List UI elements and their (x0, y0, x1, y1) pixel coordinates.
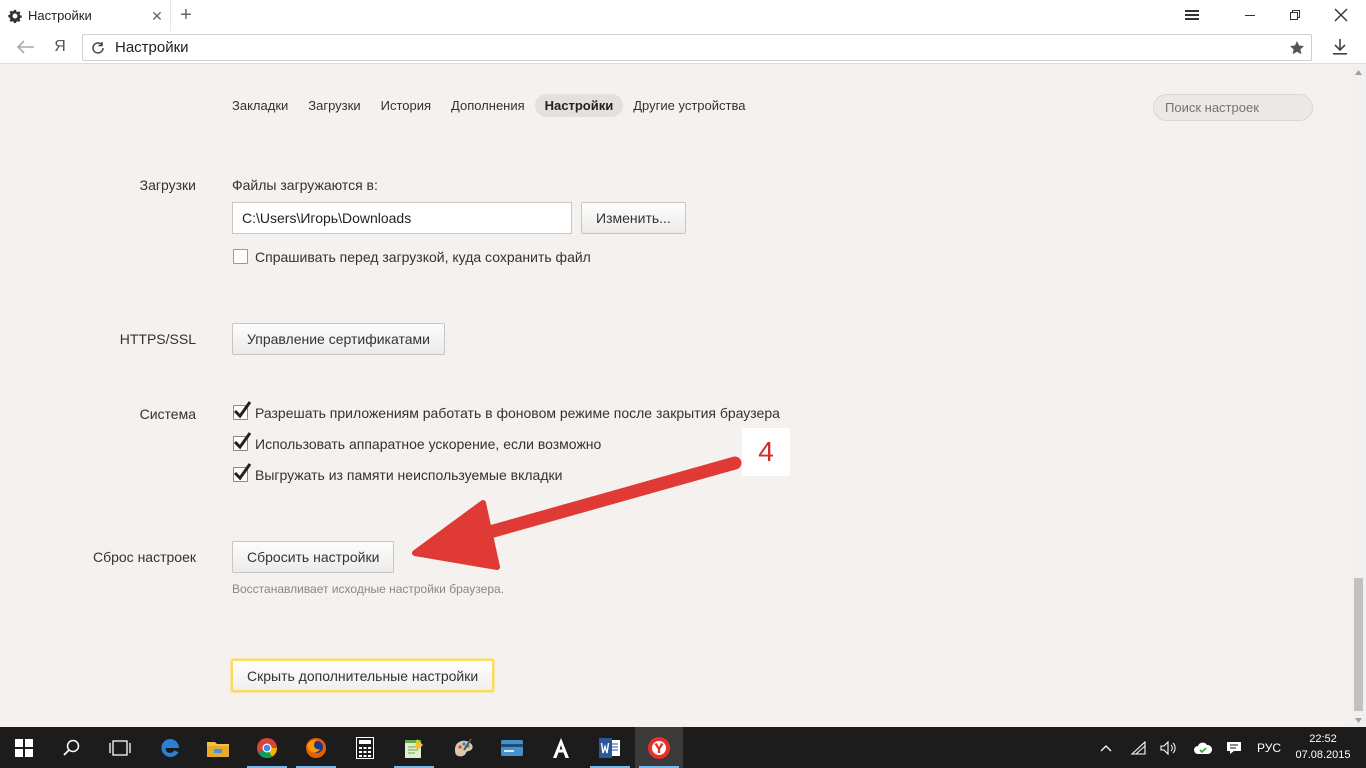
taskbar-edge[interactable] (146, 727, 194, 768)
edge-icon (161, 738, 179, 757)
ask-before-download-label: Спрашивать перед загрузкой, куда сохрани… (255, 249, 591, 265)
taskbar-calculator[interactable] (341, 727, 389, 768)
settings-nav: Закладки Загрузки История Дополнения Нас… (222, 94, 755, 118)
taskbar-chrome[interactable] (243, 727, 291, 768)
start-icon (15, 738, 33, 757)
notepad-icon (405, 738, 423, 758)
page-scrollbar[interactable] (1351, 65, 1366, 727)
close-tab-icon[interactable]: ✕ (150, 9, 164, 23)
paint-icon (455, 737, 473, 756)
taskbar: РУС 22:52 07.08.2015 (0, 727, 1366, 768)
clock-time: 22:52 (1309, 733, 1337, 745)
hide-advanced-settings-button[interactable]: Скрыть дополнительные настройки (231, 659, 495, 692)
clock[interactable]: 22:52 07.08.2015 (1290, 731, 1356, 763)
scroll-thumb[interactable] (1354, 578, 1363, 711)
yandex-browser-icon (648, 736, 670, 759)
nav-extensions[interactable]: Дополнения (441, 94, 535, 117)
sync-cloud-icon[interactable] (1190, 727, 1216, 768)
background-apps-checkbox[interactable] (233, 401, 252, 420)
bookmark-star-icon[interactable] (1283, 35, 1311, 60)
address-row: Я Настройки (0, 31, 1366, 64)
reset-hint: Восстанавливает исходные настройки брауз… (232, 582, 505, 596)
checkmark-icon (233, 463, 252, 481)
downloads-section-label: Загрузки (139, 177, 196, 193)
annotation-step-number: 4 (742, 428, 790, 476)
nav-settings[interactable]: Настройки (534, 94, 624, 117)
search-icon (63, 739, 80, 756)
hardware-acceleration-label: Использовать аппаратное ускорение, если … (255, 436, 602, 452)
address-text[interactable]: Настройки (111, 39, 1283, 56)
task-view-button[interactable] (96, 727, 144, 768)
tab-bar: Настройки ✕ + (0, 0, 1366, 31)
change-folder-button[interactable]: Изменить... (581, 202, 686, 234)
checkmark-icon (233, 401, 252, 419)
ask-before-download-checkbox[interactable] (233, 249, 248, 264)
yandex-home-button[interactable]: Я (50, 36, 70, 58)
tab-title: Настройки (28, 8, 92, 23)
scroll-up-icon[interactable] (1351, 65, 1366, 79)
taskbar-yandex-browser[interactable] (635, 727, 683, 768)
hardware-acceleration-checkbox[interactable] (233, 432, 252, 451)
taskbar-card-app[interactable] (488, 727, 536, 768)
nav-bookmarks[interactable]: Закладки (222, 94, 298, 117)
calculator-icon (356, 736, 374, 759)
reload-icon[interactable] (85, 35, 111, 60)
tray-overflow-icon[interactable] (1096, 727, 1116, 768)
download-icon[interactable] (1328, 36, 1352, 58)
file-explorer-icon (207, 741, 229, 757)
firefox-icon (306, 737, 326, 758)
settings-search-input[interactable] (1153, 94, 1313, 121)
notifications-icon[interactable] (1222, 727, 1246, 768)
scroll-down-icon[interactable] (1351, 713, 1366, 727)
chrome-icon (257, 737, 278, 758)
nav-history[interactable]: История (371, 94, 441, 117)
volume-icon[interactable] (1158, 727, 1180, 768)
gear-icon (8, 9, 22, 23)
restore-icon[interactable] (1277, 3, 1313, 27)
back-arrow-icon[interactable] (14, 36, 38, 58)
taskbar-word[interactable] (586, 727, 634, 768)
download-location-label: Файлы загружаются в: (232, 177, 378, 193)
taskbar-search[interactable] (48, 727, 96, 768)
manage-certificates-button[interactable]: Управление сертификатами (232, 323, 445, 355)
wifi-icon[interactable] (1128, 727, 1150, 768)
taskbar-firefox[interactable] (292, 727, 340, 768)
language-indicator[interactable]: РУС (1252, 727, 1286, 768)
tab-settings[interactable]: Настройки ✕ (0, 0, 171, 31)
new-tab-icon[interactable]: + (176, 5, 196, 25)
task-view-icon (109, 739, 131, 756)
minimize-icon[interactable] (1232, 3, 1268, 27)
font-app-icon (553, 737, 569, 758)
taskbar-explorer[interactable] (194, 727, 242, 768)
https-section-label: HTTPS/SSL (119, 331, 196, 347)
nav-downloads[interactable]: Загрузки (298, 94, 370, 117)
background-apps-label: Разрешать приложениям работать в фоновом… (255, 405, 780, 421)
system-section-label: Система (139, 406, 196, 422)
taskbar-paint[interactable] (440, 727, 488, 768)
checkmark-icon (233, 432, 252, 450)
unload-tabs-checkbox[interactable] (233, 463, 252, 482)
menu-icon[interactable] (1174, 3, 1210, 27)
address-bar[interactable]: Настройки (82, 34, 1312, 61)
annotation-arrow-icon (412, 456, 742, 570)
card-app-icon (501, 739, 523, 756)
word-icon (599, 737, 620, 758)
taskbar-font-app[interactable] (537, 727, 585, 768)
reset-section-label: Сброс настроек (92, 549, 196, 565)
clock-date: 07.08.2015 (1295, 749, 1351, 761)
nav-other-devices[interactable]: Другие устройства (623, 94, 755, 117)
taskbar-notepad[interactable] (390, 727, 438, 768)
download-path-field[interactable] (232, 202, 572, 234)
reset-settings-button[interactable]: Сбросить настройки (232, 541, 395, 573)
close-window-icon[interactable] (1323, 3, 1359, 27)
start-button[interactable] (0, 727, 48, 768)
